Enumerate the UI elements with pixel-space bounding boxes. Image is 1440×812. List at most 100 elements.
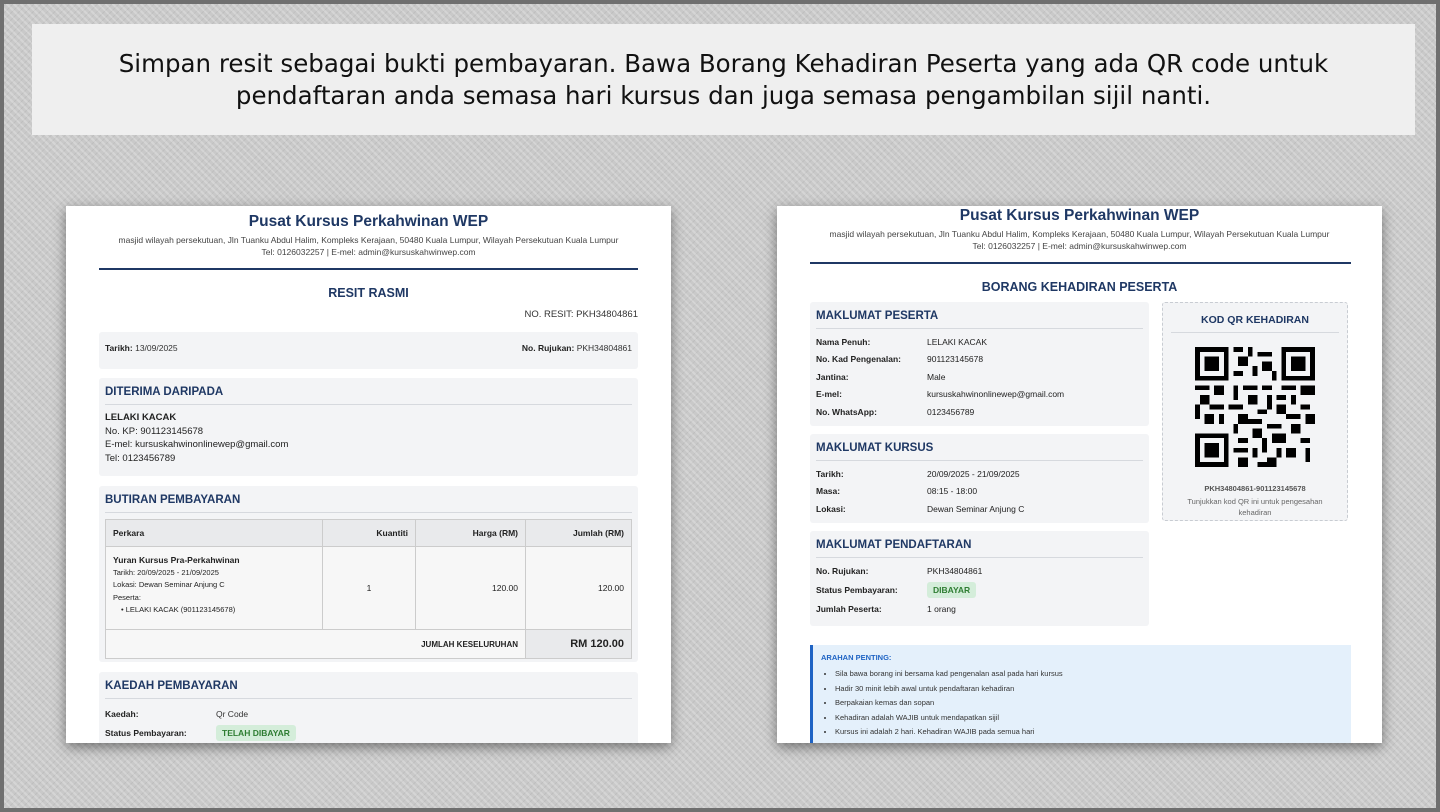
info-row: Jantina: Male [816, 368, 1143, 386]
org-name: Pusat Kursus Perkahwinan WEP [959, 207, 1200, 224]
instruction-text: Simpan resit sebagai bukti pembayaran. B… [118, 48, 1329, 110]
reg-status-label: Status Pembayaran: [816, 585, 898, 595]
info-row: Nama Penuh: LELAKI KACAK [816, 333, 1143, 351]
col-price: Harga (RM) [415, 519, 526, 547]
item-location: Lokasi: Dewan Seminar Anjung C [113, 580, 225, 589]
item-total: 120.00 [525, 546, 632, 630]
attendance-document: Pusat Kursus Perkahwinan WEP masjid wila… [777, 206, 1382, 743]
payment-status-label: Status Pembayaran: [105, 728, 187, 738]
row-value: Dewan Seminar Anjung C [927, 503, 1025, 514]
row-value: 08:15 - 18:00 [927, 486, 978, 497]
row-label: Tarikh: [816, 468, 844, 479]
payer-kp: No. KP: 901123145678 [105, 425, 204, 437]
grand-total-value: RM 120.00 [525, 629, 632, 659]
table-header-row: Perkara Kuantiti Harga (RM) Jumlah (RM) [105, 519, 632, 547]
payment-table: Perkara Kuantiti Harga (RM) Jumlah (RM) … [105, 519, 632, 659]
qr-section: KOD QR KEHADIRAN PKH34804861-90112314567… [1162, 302, 1348, 521]
col-qty: Kuantiti [322, 519, 416, 547]
received-from-section: DITERIMA DARIPADA LELAKI KACAK No. KP: 9… [99, 378, 638, 476]
info-row: Status Pembayaran: DIBAYAR [816, 580, 1143, 601]
item-participant: • LELAKI KACAK (901123145678) [121, 605, 236, 614]
info-row: Jumlah Peserta: 1 orang [816, 601, 1143, 619]
info-row: Lokasi: Dewan Seminar Anjung C [816, 500, 1143, 518]
received-from-title: DITERIMA DARIPADA [105, 386, 632, 405]
col-item: Perkara [105, 519, 323, 547]
row-value: kursuskahwinonlinewep@gmail.com [927, 389, 1065, 400]
payment-details-section: BUTIRAN PEMBAYARAN Perkara Kuantiti Harg… [99, 486, 638, 662]
attendance-header: Pusat Kursus Perkahwinan WEP masjid wila… [777, 207, 1382, 252]
reg-ref-label: No. Rujukan: [816, 565, 869, 576]
payer-tel: Tel: 0123456789 [105, 452, 176, 464]
item-price: 120.00 [415, 546, 526, 630]
registration-info-title: MAKLUMAT PENDAFTARAN [816, 539, 1143, 558]
header-divider [810, 262, 1351, 264]
org-contact: Tel: 0126032257 | E-mel: admin@kursuskah… [261, 247, 476, 257]
notice-item: Kursus ini adalah 2 hari. Kehadiran WAJI… [835, 725, 1343, 740]
instruction-banner: Simpan resit sebagai bukti pembayaran. B… [32, 24, 1415, 135]
row-value: 0123456789 [927, 406, 975, 417]
row-label: No. WhatsApp: [816, 406, 877, 417]
receipt-header: Pusat Kursus Perkahwinan WEP masjid wila… [66, 213, 671, 258]
org-address: masjid wilayah persekutuan, Jln Tuanku A… [829, 229, 1330, 239]
date-label: Tarikh: [105, 343, 133, 353]
table-row: Yuran Kursus Pra-Perkahwinan Tarikh: 20/… [105, 546, 632, 630]
registration-info-section: MAKLUMAT PENDAFTARAN No. Rujukan: PKH3480… [810, 531, 1149, 626]
info-row: No. WhatsApp: 0123456789 [816, 403, 1143, 421]
payment-details-title: BUTIRAN PEMBAYARAN [105, 494, 632, 513]
reg-ref-value: PKH34804861 [927, 565, 983, 576]
item-qty: 1 [322, 546, 416, 630]
participant-info-title: MAKLUMAT PESERTA [816, 310, 1143, 329]
payment-method-section: KAEDAH PEMBAYARAN Kaedah: Qr Code Status… [99, 672, 638, 743]
ref-label: No. Rujukan: [521, 343, 575, 353]
qr-title: KOD QR KEHADIRAN [1171, 314, 1339, 333]
receipt-number: NO. RESIT: PKH34804861 [524, 309, 638, 320]
payment-method-title: KAEDAH PEMBAYARAN [105, 680, 632, 699]
participant-info-section: MAKLUMAT PESERTA Nama Penuh: LELAKI KACAK… [810, 302, 1149, 426]
row-value: Male [927, 371, 946, 382]
col-total: Jumlah (RM) [525, 519, 632, 547]
row-label: Masa: [816, 486, 841, 497]
notice-item: Sila bawa borang ini bersama kad pengena… [835, 667, 1343, 682]
row-value: LELAKI KACAK [927, 336, 988, 347]
reg-count-label: Jumlah Peserta: [816, 604, 882, 615]
date-value: 13/09/2025 [135, 343, 178, 353]
item-name: Yuran Kursus Pra-Perkahwinan [113, 555, 240, 565]
qr-caption: Tunjukkan kod QR ini untuk pengesahan ke… [1187, 497, 1323, 517]
course-info-title: MAKLUMAT KURSUS [816, 442, 1143, 461]
payment-status-badge: TELAH DIBAYAR [216, 725, 296, 741]
info-row: No. Rujukan: PKH34804861 [816, 562, 1143, 580]
grand-total-label: JUMLAH KESELURUHAN [105, 629, 526, 659]
payer-email: E-mel: kursuskahwinonlinewep@gmail.com [105, 439, 289, 450]
reg-status-badge: DIBAYAR [927, 582, 977, 598]
info-row: Tarikh: 20/09/2025 - 21/09/2025 [816, 465, 1143, 483]
attendance-title: BORANG KEHADIRAN PESERTA [981, 280, 1178, 294]
receipt-document: Pusat Kursus Perkahwinan WEP masjid wila… [66, 206, 671, 743]
notice-item: Hadir 30 minit lebih awal untuk pendafta… [835, 682, 1343, 697]
org-name: Pusat Kursus Perkahwinan WEP [248, 213, 489, 230]
grand-total-row: JUMLAH KESELURUHAN RM 120.00 [105, 629, 632, 659]
qr-code-icon [1195, 347, 1315, 467]
row-label: Jantina: [816, 371, 849, 382]
receipt-title: RESIT RASMI [328, 286, 409, 300]
method-label: Kaedah: [105, 708, 139, 719]
ref-value: PKH34804861 [576, 343, 632, 353]
notice-item: Kehadiran adalah WAJIB untuk mendapatkan… [835, 711, 1343, 726]
item-participants-label: Peserta: [113, 592, 141, 602]
org-address: masjid wilayah persekutuan, Jln Tuanku A… [118, 235, 619, 245]
info-row: Masa: 08:15 - 18:00 [816, 483, 1143, 501]
row-label: E-mel: [816, 389, 842, 400]
notice-title: ARAHAN PENTING: [821, 653, 892, 662]
row-value: 20/09/2025 - 21/09/2025 [927, 468, 1020, 479]
item-participant-name: LELAKI KACAK (901123145678) [125, 605, 236, 614]
method-value: Qr Code [216, 708, 249, 719]
item-cell: Yuran Kursus Pra-Perkahwinan Tarikh: 20/… [105, 546, 323, 630]
reg-count-value: 1 orang [927, 604, 956, 615]
info-row: No. Kad Pengenalan: 901123145678 [816, 351, 1143, 369]
org-contact: Tel: 0126032257 | E-mel: admin@kursuskah… [972, 241, 1187, 251]
row-label: Lokasi: [816, 503, 846, 514]
important-notice: ARAHAN PENTING: Sila bawa borang ini ber… [810, 645, 1351, 743]
notice-item: Berpakaian kemas dan sopan [835, 696, 1343, 711]
payer-name: LELAKI KACAK [105, 412, 177, 423]
item-date: Tarikh: 20/09/2025 - 21/09/2025 [113, 567, 219, 577]
info-row: E-mel: kursuskahwinonlinewep@gmail.com [816, 386, 1143, 404]
